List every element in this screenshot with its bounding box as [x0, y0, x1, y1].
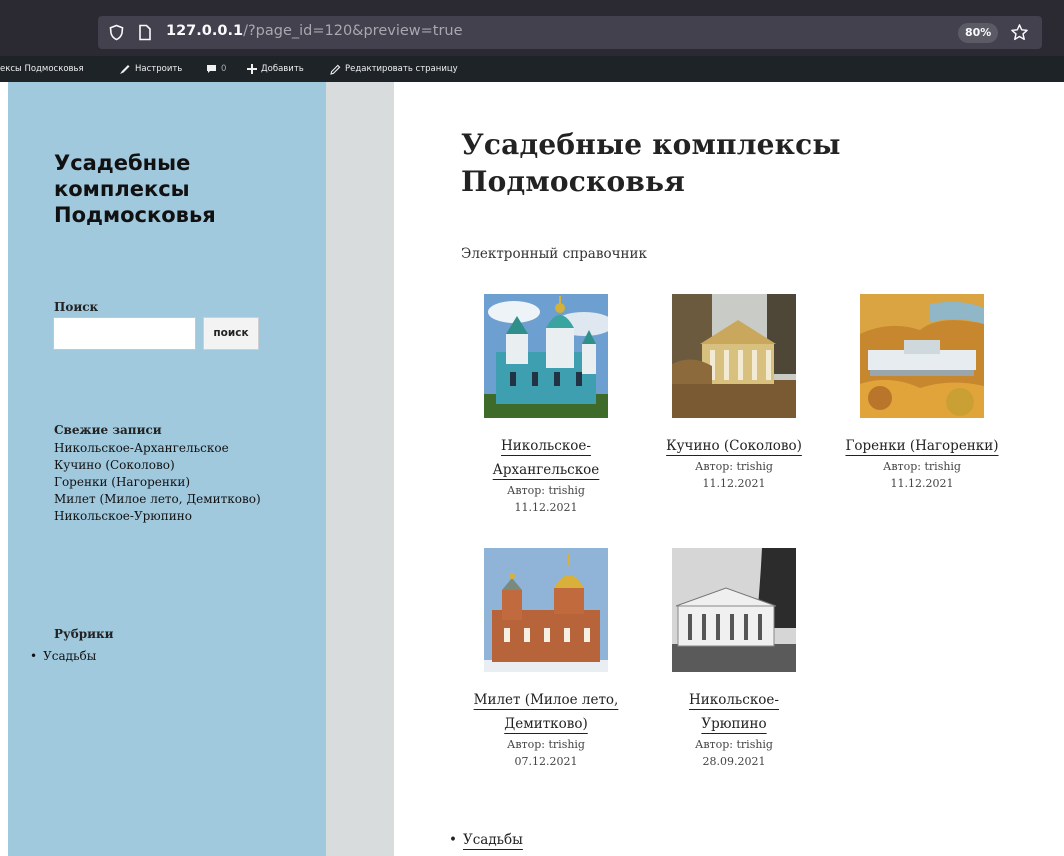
- post-author[interactable]: Автор: trishig: [832, 458, 1012, 475]
- post-title-link[interactable]: Никольское-Урюпино: [679, 688, 789, 736]
- page-subtitle: Электронный справочник: [461, 246, 647, 262]
- historic-manor-photo: [672, 548, 796, 672]
- search-label: Поиск: [54, 300, 99, 314]
- tracking-shield-icon[interactable]: [108, 24, 125, 41]
- church-photo: [484, 294, 608, 418]
- site-title[interactable]: Усадебные комплексы Подмосковья: [54, 150, 294, 228]
- admin-bar-new[interactable]: Добавить: [247, 56, 304, 82]
- estate-aerial-photo: [860, 294, 984, 418]
- brush-icon: [120, 65, 130, 74]
- post-title-link[interactable]: Милет (Милое лето, Демитково): [466, 688, 626, 736]
- recent-post-link[interactable]: Милет (Милое лето, Демитково): [54, 491, 284, 508]
- admin-bar-comments-count: 0: [221, 64, 227, 74]
- admin-bar-new-label: Добавить: [261, 64, 304, 74]
- admin-bar-customize-label: Настроить: [135, 64, 183, 74]
- post-title-link[interactable]: Кучино (Соколово): [666, 434, 802, 458]
- post-author[interactable]: Автор: trishig: [456, 482, 636, 499]
- admin-bar-site-name-label: ексы Подмосковья: [0, 64, 84, 74]
- url-text[interactable]: 127.0.0.1/?page_id=120&preview=true: [166, 23, 463, 39]
- url-host: 127.0.0.1: [166, 23, 244, 39]
- sidebar-categories-list: Усадьбы: [30, 649, 96, 663]
- zoom-badge[interactable]: 80%: [958, 23, 999, 43]
- post-title-link[interactable]: Горенки (Нагоренки): [845, 434, 998, 458]
- page-info-icon[interactable]: [138, 24, 152, 41]
- post-author[interactable]: Автор: trishig: [644, 458, 824, 475]
- browser-tabstrip: [0, 0, 1064, 10]
- search-button[interactable]: поиск: [203, 317, 259, 350]
- post-date[interactable]: 11.12.2021: [832, 475, 1012, 492]
- post-date[interactable]: 07.12.2021: [456, 753, 636, 770]
- post-card: Никольское-Урюпино Автор: trishig 28.09.…: [644, 548, 824, 770]
- admin-bar-edit-page-label: Редактировать страницу: [345, 64, 458, 74]
- recent-post-link[interactable]: Никольское-Урюпино: [54, 508, 284, 525]
- post-thumbnail[interactable]: [484, 294, 608, 418]
- page-title: Усадебные комплексы Подмосковья: [461, 128, 841, 198]
- admin-bar-comments[interactable]: 0: [206, 56, 226, 82]
- recent-post-link[interactable]: Кучино (Соколово): [54, 457, 284, 474]
- post-card: Кучино (Соколово) Автор: trishig 11.12.2…: [644, 294, 824, 492]
- post-author[interactable]: Автор: trishig: [456, 736, 636, 753]
- address-bar[interactable]: 127.0.0.1/?page_id=120&preview=true 80%: [98, 16, 1042, 49]
- post-title-link[interactable]: Никольское-Архангельское: [486, 434, 606, 482]
- admin-bar-customize[interactable]: Настроить: [119, 56, 182, 82]
- post-card: Милет (Милое лето, Демитково) Автор: tri…: [456, 548, 636, 770]
- recent-posts-title: Свежие записи: [54, 423, 162, 437]
- post-thumbnail[interactable]: [672, 294, 796, 418]
- page-category-item: Усадьбы: [449, 832, 523, 848]
- search-input[interactable]: [53, 317, 196, 350]
- post-thumbnail[interactable]: [484, 548, 608, 672]
- pencil-icon: [330, 64, 341, 75]
- categories-title: Рубрики: [54, 627, 114, 641]
- recent-post-link[interactable]: Никольское-Архангельское: [54, 440, 284, 457]
- manor-photo: [672, 294, 796, 418]
- recent-posts-list: Никольское-Архангельское Кучино (Соколов…: [54, 440, 284, 525]
- plus-icon: [247, 64, 257, 74]
- post-date[interactable]: 11.12.2021: [644, 475, 824, 492]
- wp-admin-bar: ексы Подмосковья Настроить 0 Добавить Ре…: [0, 56, 1064, 82]
- bookmark-star-icon[interactable]: [1010, 23, 1029, 42]
- browser-toolbar: 127.0.0.1/?page_id=120&preview=true 80%: [0, 10, 1064, 56]
- post-thumbnail[interactable]: [860, 294, 984, 418]
- post-thumbnail[interactable]: [672, 548, 796, 672]
- post-date[interactable]: 28.09.2021: [644, 753, 824, 770]
- url-path: /?page_id=120&preview=true: [243, 23, 463, 39]
- content-gutter: [326, 82, 394, 856]
- page-categories-list: Усадьбы: [449, 832, 523, 848]
- page-category-link[interactable]: Усадьбы: [463, 832, 523, 848]
- comment-icon: [207, 65, 216, 73]
- post-date[interactable]: 11.12.2021: [456, 499, 636, 516]
- post-card: Никольское-Архангельское Автор: trishig …: [456, 294, 636, 516]
- admin-bar-site-name[interactable]: ексы Подмосковья: [0, 56, 84, 82]
- sidebar-category-link[interactable]: Усадьбы: [30, 649, 96, 663]
- recent-post-link[interactable]: Горенки (Нагоренки): [54, 474, 284, 491]
- post-author[interactable]: Автор: trishig: [644, 736, 824, 753]
- post-card: Горенки (Нагоренки) Автор: trishig 11.12…: [832, 294, 1012, 492]
- brick-church-photo: [484, 548, 608, 672]
- admin-bar-edit-page[interactable]: Редактировать страницу: [330, 56, 458, 82]
